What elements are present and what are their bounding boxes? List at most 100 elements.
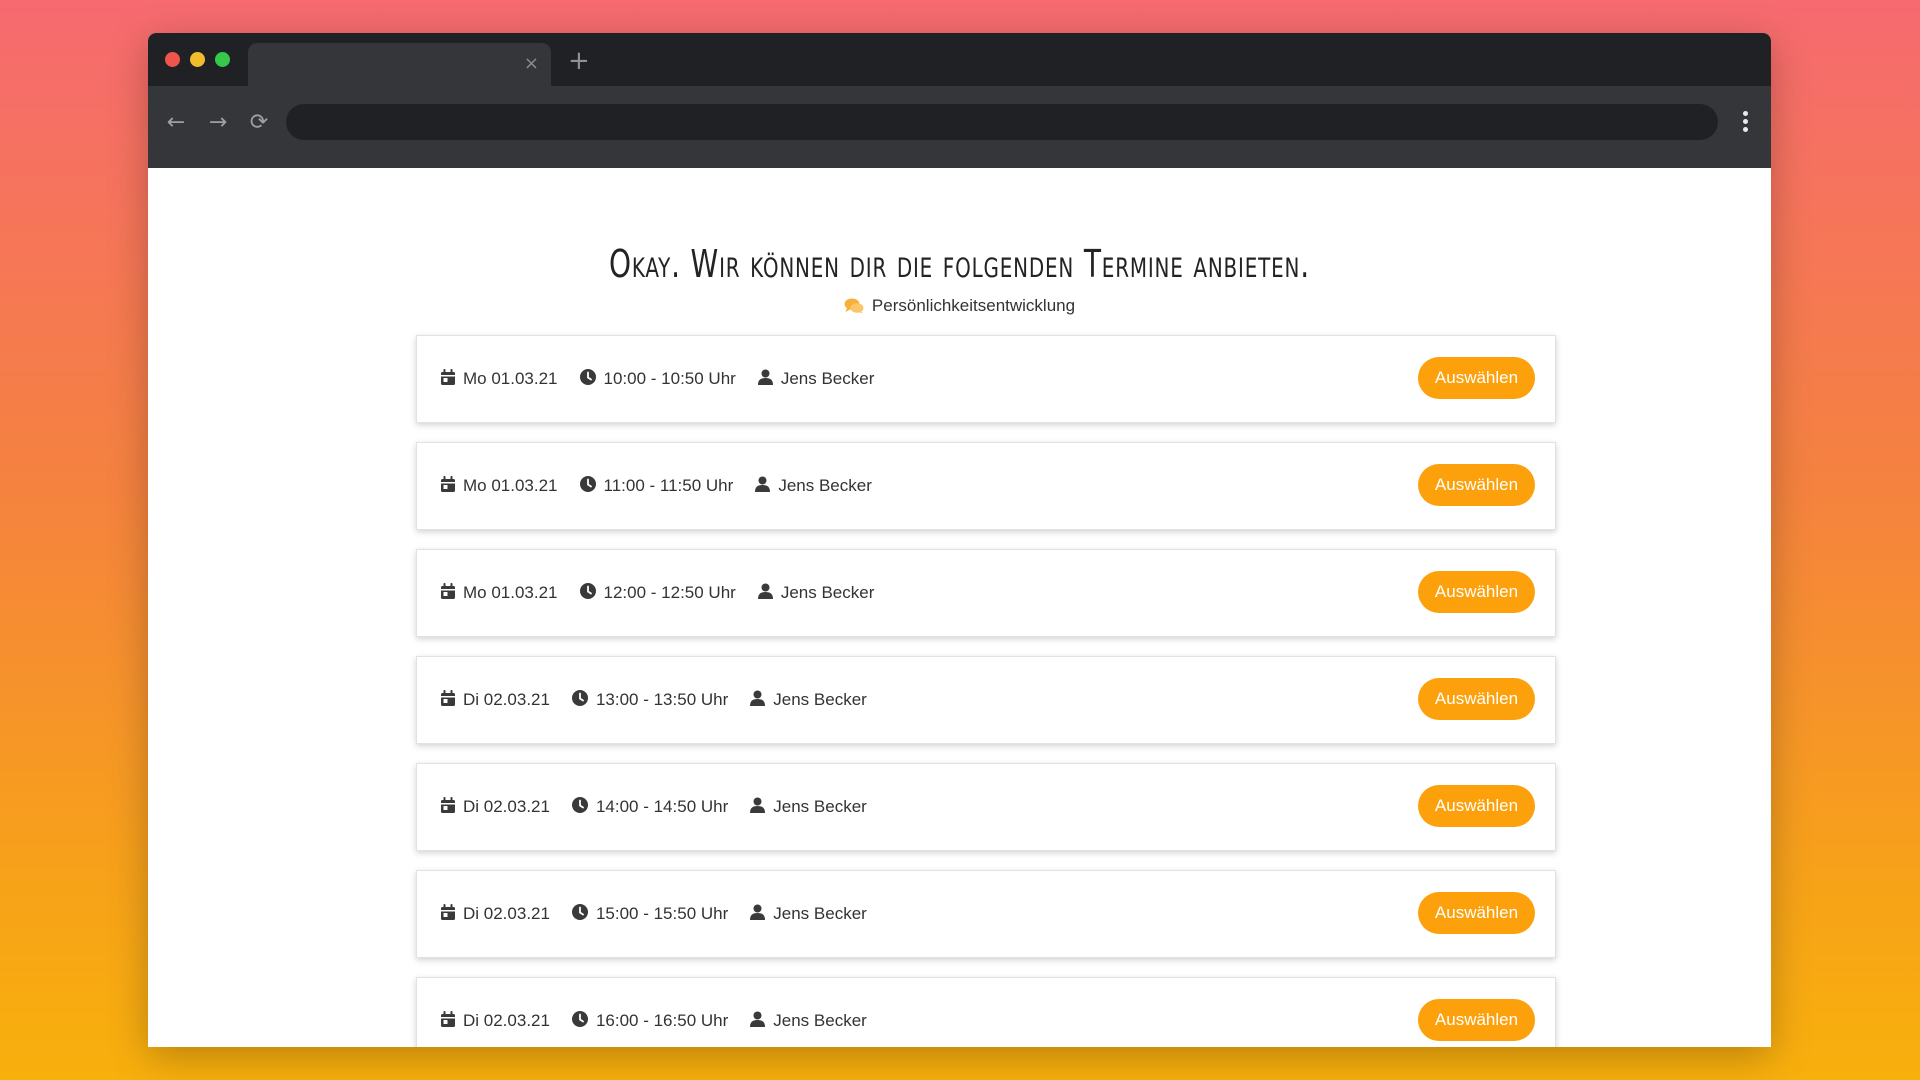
appointment-row: Mo 01.03.21 12:00 - 12:50 Uhr Jens Becker A… xyxy=(416,549,1556,637)
person-segment: Jens Becker xyxy=(750,797,867,818)
user-icon xyxy=(750,1011,773,1032)
appointment-time: 14:00 - 14:50 Uhr xyxy=(595,797,729,816)
appointment-info: Di 02.03.21 15:00 - 15:50 Uhr Jens Becker xyxy=(441,871,889,957)
time-segment: 14:00 - 14:50 Uhr xyxy=(571,796,729,818)
calendar-icon xyxy=(441,689,463,711)
date-segment: Di 02.03.21 xyxy=(441,903,550,925)
clock-icon xyxy=(571,1010,596,1032)
appointment-row: Di 02.03.21 14:00 - 14:50 Uhr Jens Becker A… xyxy=(416,763,1556,851)
appointment-time: 12:00 - 12:50 Uhr xyxy=(603,583,736,602)
reload-icon[interactable]: ⟳ xyxy=(244,108,274,138)
forward-arrow-icon[interactable]: → xyxy=(203,108,233,138)
appointment-date: Di 02.03.21 xyxy=(463,690,550,709)
person-segment: Jens Becker xyxy=(755,476,872,497)
select-appointment-button[interactable]: Auswählen xyxy=(1418,357,1535,399)
time-segment: 15:00 - 15:50 Uhr xyxy=(571,903,729,925)
person-segment: Jens Becker xyxy=(750,904,867,925)
appointment-time: 13:00 - 13:50 Uhr xyxy=(595,690,729,709)
date-segment: Di 02.03.21 xyxy=(441,796,550,818)
calendar-icon xyxy=(441,1010,463,1032)
time-segment: 12:00 - 12:50 Uhr xyxy=(579,582,736,604)
appointment-date: Mo 01.03.21 xyxy=(463,476,558,495)
user-icon xyxy=(750,904,773,925)
comments-icon xyxy=(844,298,864,319)
person-segment: Jens Becker xyxy=(757,583,875,604)
time-segment: 16:00 - 16:50 Uhr xyxy=(571,1010,729,1032)
select-appointment-button[interactable]: Auswählen xyxy=(1418,892,1535,934)
appointment-time: 15:00 - 15:50 Uhr xyxy=(595,904,729,923)
browser-menu-icon[interactable] xyxy=(1735,108,1755,138)
clock-icon xyxy=(571,689,596,711)
clock-icon xyxy=(579,582,604,604)
appointment-info: Di 02.03.21 14:00 - 14:50 Uhr Jens Becker xyxy=(441,764,889,850)
appointment-row: Di 02.03.21 13:00 - 13:50 Uhr Jens Becker A… xyxy=(416,656,1556,744)
clock-icon xyxy=(571,796,596,818)
user-icon xyxy=(750,797,773,818)
select-appointment-button[interactable]: Auswählen xyxy=(1418,678,1535,720)
appointment-date: Di 02.03.21 xyxy=(463,904,550,923)
date-segment: Mo 01.03.21 xyxy=(441,368,558,390)
category-label: Persönlichkeitsentwicklung xyxy=(148,296,1771,319)
appointment-time: 11:00 - 11:50 Uhr xyxy=(603,476,734,495)
clock-icon xyxy=(571,903,596,925)
time-segment: 11:00 - 11:50 Uhr xyxy=(579,475,734,497)
tab-close-icon[interactable]: × xyxy=(524,52,539,76)
browser-window: × + ← → ⟳ Okay. Wir können dir die folge… xyxy=(148,33,1771,1047)
title-bar: × + xyxy=(148,33,1771,86)
address-bar[interactable] xyxy=(286,104,1718,140)
select-appointment-button[interactable]: Auswählen xyxy=(1418,571,1535,613)
page-title: Okay. Wir können dir die folgenden Termi… xyxy=(609,242,1310,286)
date-segment: Mo 01.03.21 xyxy=(441,582,558,604)
select-appointment-button[interactable]: Auswählen xyxy=(1418,999,1535,1041)
calendar-icon xyxy=(441,582,463,604)
calendar-icon xyxy=(441,903,463,925)
appointment-info: Di 02.03.21 13:00 - 13:50 Uhr Jens Becker xyxy=(441,657,889,743)
appointment-person: Jens Becker xyxy=(778,476,872,495)
appointment-person: Jens Becker xyxy=(773,797,867,816)
minimize-window-button[interactable] xyxy=(190,52,205,67)
calendar-icon xyxy=(441,475,463,497)
select-appointment-button[interactable]: Auswählen xyxy=(1418,785,1535,827)
appointment-info: Mo 01.03.21 11:00 - 11:50 Uhr Jens Becker xyxy=(441,443,894,529)
browser-tab[interactable]: × xyxy=(248,43,551,86)
appointment-info: Mo 01.03.21 12:00 - 12:50 Uhr Jens Becker xyxy=(441,550,896,636)
appointment-time: 16:00 - 16:50 Uhr xyxy=(595,1011,729,1030)
close-window-button[interactable] xyxy=(165,52,180,67)
person-segment: Jens Becker xyxy=(750,1011,867,1032)
appointment-person: Jens Becker xyxy=(773,904,867,923)
appointment-date: Mo 01.03.21 xyxy=(463,369,558,388)
back-arrow-icon[interactable]: ← xyxy=(161,108,191,138)
appointment-date: Mo 01.03.21 xyxy=(463,583,558,602)
appointment-date: Di 02.03.21 xyxy=(463,1011,550,1030)
appointment-row: Di 02.03.21 15:00 - 15:50 Uhr Jens Becker A… xyxy=(416,870,1556,958)
user-icon xyxy=(757,583,781,604)
appointment-row: Mo 01.03.21 10:00 - 10:50 Uhr Jens Becker A… xyxy=(416,335,1556,423)
appointment-person: Jens Becker xyxy=(773,690,867,709)
time-segment: 13:00 - 13:50 Uhr xyxy=(571,689,729,711)
appointment-person: Jens Becker xyxy=(780,369,875,388)
user-icon xyxy=(755,476,778,497)
appointment-person: Jens Becker xyxy=(773,1011,867,1030)
date-segment: Mo 01.03.21 xyxy=(441,475,558,497)
appointment-person: Jens Becker xyxy=(780,583,875,602)
date-segment: Di 02.03.21 xyxy=(441,689,550,711)
browser-toolbar: ← → ⟳ xyxy=(148,86,1771,168)
appointment-date: Di 02.03.21 xyxy=(463,797,550,816)
clock-icon xyxy=(579,475,604,497)
appointment-row: Mo 01.03.21 11:00 - 11:50 Uhr Jens Becker A… xyxy=(416,442,1556,530)
select-appointment-button[interactable]: Auswählen xyxy=(1418,464,1535,506)
date-segment: Di 02.03.21 xyxy=(441,1010,550,1032)
user-icon xyxy=(750,690,773,711)
time-segment: 10:00 - 10:50 Uhr xyxy=(579,368,736,390)
clock-icon xyxy=(579,368,604,390)
page-content: Okay. Wir können dir die folgenden Termi… xyxy=(148,168,1771,1047)
maximize-window-button[interactable] xyxy=(215,52,230,67)
calendar-icon xyxy=(441,368,463,390)
appointment-info: Di 02.03.21 16:00 - 16:50 Uhr Jens Becker xyxy=(441,978,889,1047)
category-text: Persönlichkeitsentwicklung xyxy=(871,296,1076,315)
user-icon xyxy=(757,369,781,390)
person-segment: Jens Becker xyxy=(757,369,875,390)
new-tab-button[interactable]: + xyxy=(568,46,590,76)
appointment-info: Mo 01.03.21 10:00 - 10:50 Uhr Jens Becker xyxy=(441,336,896,422)
person-segment: Jens Becker xyxy=(750,690,867,711)
